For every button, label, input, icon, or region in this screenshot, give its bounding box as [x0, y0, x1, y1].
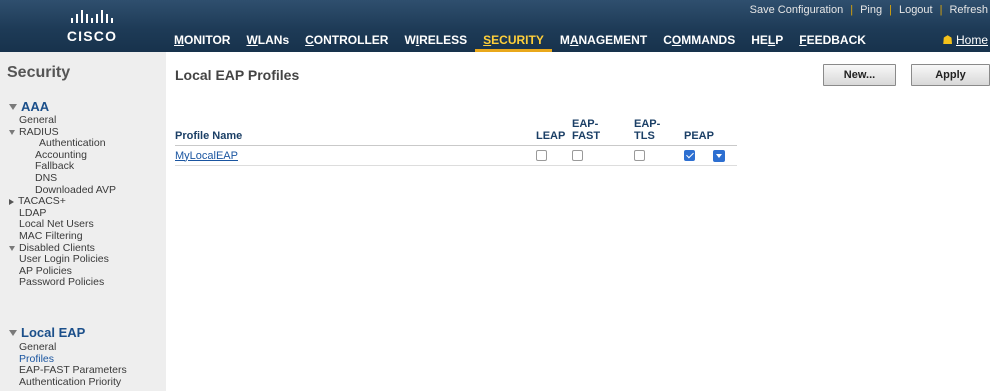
- cisco-wordmark: CISCO: [66, 28, 118, 44]
- profile-name-cell: MyLocalEAP: [175, 146, 536, 166]
- column-header-eap-tls: EAP- TLS: [634, 118, 661, 142]
- home-label: Home: [955, 33, 988, 47]
- cisco-bars-icon: [71, 10, 113, 23]
- peap-cell: [684, 146, 737, 166]
- expand-triangle-icon: [9, 198, 14, 205]
- sidebar-item-label: LDAP: [19, 206, 47, 219]
- save-configuration-link[interactable]: Save Configuration: [743, 4, 851, 16]
- sidebar-item-label: MAC Filtering: [19, 229, 83, 242]
- sidebar-item-label: Local Net Users: [19, 218, 94, 231]
- table-header-row: Profile Name LEAP EAP- FAST EAP- TLS PEAP: [175, 118, 737, 146]
- profiles-table: Profile Name LEAP EAP- FAST EAP- TLS PEAP …: [175, 118, 737, 166]
- sidebar-item-general[interactable]: General: [0, 114, 166, 127]
- eap-tls-cell: [634, 146, 684, 166]
- nav-management[interactable]: MANAGEMENT: [552, 30, 655, 52]
- column-header-leap: LEAP: [536, 130, 566, 142]
- sidebar-item-mac-filtering[interactable]: MAC Filtering: [0, 229, 166, 243]
- sidebar-item-authentication-priority[interactable]: Authentication Priority: [0, 375, 166, 389]
- cisco-logo: CISCO: [60, 6, 124, 46]
- section-label: AAA: [21, 99, 50, 114]
- sidebar-item-label: User Login Policies: [19, 253, 109, 266]
- collapse-triangle-icon: [9, 103, 17, 110]
- sidebar-item-label: Authentication: [39, 137, 106, 150]
- row-actions-dropdown-icon[interactable]: [713, 149, 725, 162]
- logout-link[interactable]: Logout: [892, 4, 940, 16]
- section-label: Local EAP: [21, 325, 86, 340]
- collapse-triangle-icon: [9, 329, 17, 336]
- sidebar-item-password-policies[interactable]: Password Policies: [0, 277, 166, 289]
- nav-help[interactable]: HELP: [743, 30, 791, 52]
- leap-cell: [536, 146, 572, 166]
- home-link[interactable]: ☗ Home: [942, 33, 990, 47]
- sidebar-item-label: Accounting: [35, 148, 87, 161]
- sidebar-aaa-list: General RADIUS Authentication Accounting Fal…: [0, 114, 166, 289]
- sidebar-local-eap-list: General Profiles EAP-FAST Parameters Authen…: [0, 341, 166, 389]
- sidebar-section-aaa[interactable]: AAA: [9, 99, 49, 114]
- main-nav: MONITOR WLANs CONTROLLER WIRELESS SECURI…: [166, 30, 874, 52]
- ping-link[interactable]: Ping: [853, 4, 889, 16]
- nav-commands[interactable]: COMMANDS: [655, 30, 743, 52]
- sidebar-item-label: Authentication Priority: [19, 375, 122, 388]
- apply-button[interactable]: Apply: [911, 64, 990, 86]
- sidebar-item-label: AP Policies: [19, 264, 72, 277]
- column-header-profile-name: Profile Name: [175, 130, 243, 142]
- refresh-link[interactable]: Refresh: [942, 4, 990, 16]
- sidebar-item-label: Profiles: [19, 352, 55, 365]
- utility-links: Save Configuration | Ping | Logout | Ref…: [743, 0, 990, 20]
- peap-checkbox[interactable]: [684, 150, 695, 162]
- profile-name-link[interactable]: MyLocalEAP: [175, 150, 238, 162]
- sidebar-item-label: Fallback: [35, 160, 75, 173]
- eap-fast-cell: [572, 146, 634, 166]
- nav-wireless[interactable]: WIRELESS: [396, 30, 475, 52]
- sidebar-item-accounting[interactable]: Accounting: [0, 148, 166, 162]
- column-header-peap: PEAP: [684, 130, 714, 142]
- new-button[interactable]: New...: [823, 64, 896, 86]
- home-icon: ☗: [942, 33, 953, 47]
- sidebar-item-label: DNS: [35, 171, 58, 184]
- sidebar-section-local-eap[interactable]: Local EAP: [9, 325, 85, 340]
- sidebar: Security AAA General RADIUS Authentication…: [0, 52, 166, 391]
- top-banner: CISCO Save Configuration | Ping | Logout…: [0, 0, 990, 52]
- nav-monitor[interactable]: MONITOR: [166, 30, 238, 52]
- sidebar-item-label: General: [19, 114, 57, 126]
- column-header-eap-fast: EAP- FAST: [572, 118, 601, 142]
- eap-fast-checkbox[interactable]: [572, 150, 583, 162]
- sidebar-item-label: General: [19, 341, 57, 353]
- sidebar-item-fallback[interactable]: Fallback: [0, 161, 166, 173]
- nav-controller[interactable]: CONTROLLER: [297, 30, 396, 52]
- nav-security[interactable]: SECURITY: [475, 30, 552, 52]
- sidebar-item-label: EAP-FAST Parameters: [19, 364, 127, 377]
- sidebar-title: Security: [7, 64, 71, 81]
- collapse-triangle-icon: [9, 129, 15, 135]
- leap-checkbox[interactable]: [536, 150, 547, 162]
- eap-tls-checkbox[interactable]: [634, 150, 645, 162]
- sidebar-item-label: Downloaded AVP: [35, 183, 116, 196]
- sidebar-item-label: Password Policies: [19, 276, 105, 289]
- nav-wlans[interactable]: WLANs: [238, 30, 297, 52]
- table-row: MyLocalEAP: [175, 146, 737, 166]
- nav-feedback[interactable]: FEEDBACK: [791, 30, 874, 52]
- collapse-triangle-icon: [9, 245, 15, 251]
- page-title: Local EAP Profiles: [175, 67, 300, 83]
